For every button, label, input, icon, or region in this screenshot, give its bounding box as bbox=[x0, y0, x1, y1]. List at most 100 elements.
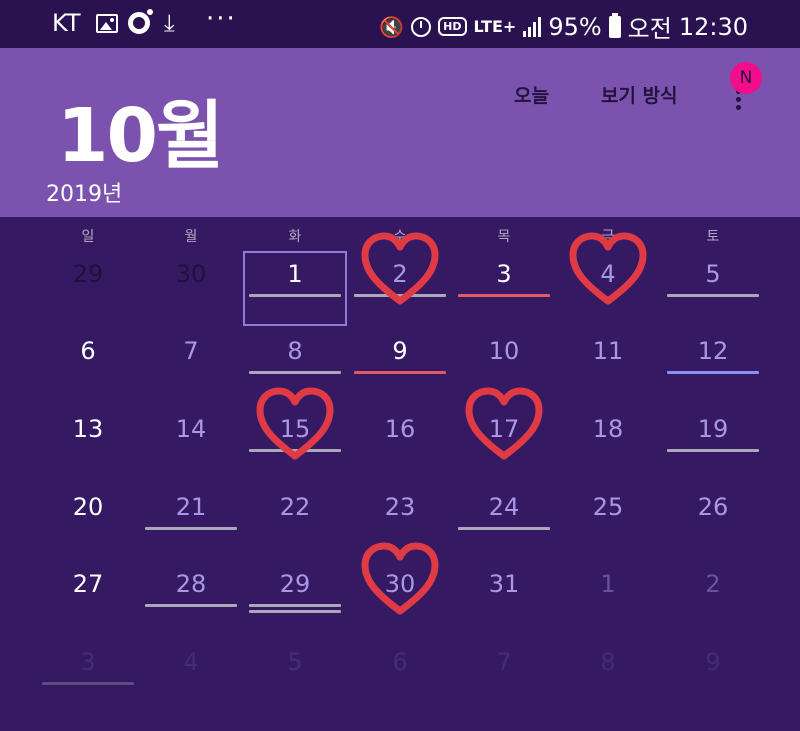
carrier-label: KT bbox=[52, 9, 81, 37]
mute-icon: 🔇 bbox=[379, 14, 405, 39]
calendar-day[interactable]: 6 bbox=[350, 632, 450, 692]
day-number: 31 bbox=[488, 570, 520, 598]
calendar-day[interactable]: 30 bbox=[141, 244, 241, 304]
battery-percent: 95% bbox=[548, 12, 602, 41]
day-number: 10 bbox=[488, 337, 520, 365]
calendar-day[interactable]: 8 bbox=[558, 632, 658, 692]
day-number: 25 bbox=[592, 493, 624, 521]
day-number: 16 bbox=[384, 415, 416, 443]
day-number: 22 bbox=[279, 493, 311, 521]
event-bar[interactable] bbox=[145, 604, 237, 607]
day-number: 4 bbox=[183, 648, 199, 676]
day-number: 13 bbox=[72, 415, 104, 443]
event-bar[interactable] bbox=[145, 527, 237, 530]
day-number: 6 bbox=[80, 337, 96, 365]
calendar-day[interactable]: 23 bbox=[350, 477, 450, 537]
weekday-header: 수 bbox=[393, 229, 407, 245]
month-title: 10월 bbox=[57, 93, 224, 179]
day-number: 4 bbox=[600, 260, 616, 288]
day-number: 11 bbox=[592, 337, 624, 365]
event-bar[interactable] bbox=[249, 371, 341, 374]
battery-icon bbox=[608, 12, 621, 38]
weekday-header: 목 bbox=[497, 229, 511, 245]
day-number: 29 bbox=[72, 260, 104, 288]
event-bar[interactable] bbox=[249, 449, 341, 452]
event-bar[interactable] bbox=[667, 294, 759, 297]
status-bar: KT ⤓ ··· 🔇 HD LTE+ 95% 오전 12:30 bbox=[0, 0, 800, 48]
event-bar[interactable] bbox=[249, 610, 341, 613]
day-number: 7 bbox=[183, 337, 199, 365]
calendar-day[interactable]: 14 bbox=[141, 399, 241, 459]
lte-icon: LTE+ bbox=[473, 17, 517, 36]
event-bar[interactable] bbox=[249, 604, 341, 607]
day-number: 14 bbox=[175, 415, 207, 443]
clock-time: 12:30 bbox=[678, 12, 748, 41]
calendar-day[interactable]: 16 bbox=[350, 399, 450, 459]
event-bar[interactable] bbox=[458, 527, 550, 530]
day-number: 5 bbox=[287, 648, 303, 676]
event-bar[interactable] bbox=[249, 294, 341, 297]
am-pm-label: 오전 bbox=[627, 15, 672, 43]
event-bar[interactable] bbox=[458, 294, 550, 297]
calendar-day[interactable]: 17 bbox=[454, 399, 554, 459]
day-number: 30 bbox=[384, 570, 416, 598]
calendar-day[interactable]: 26 bbox=[663, 477, 763, 537]
calendar-header: 10월 2019년 오늘 보기 방식 N bbox=[0, 48, 800, 217]
hd-voice-icon: HD bbox=[438, 17, 467, 36]
calendar-day[interactable]: 22 bbox=[245, 477, 345, 537]
weekday-header: 토 bbox=[706, 229, 720, 245]
calendar-day[interactable]: 25 bbox=[558, 477, 658, 537]
event-bar[interactable] bbox=[354, 371, 446, 374]
calendar-day[interactable]: 7 bbox=[141, 321, 241, 381]
day-number: 7 bbox=[496, 648, 512, 676]
year-title: 2019년 bbox=[46, 182, 123, 207]
calendar-day[interactable]: 27 bbox=[38, 554, 138, 614]
event-bar[interactable] bbox=[354, 294, 446, 297]
image-notification-icon bbox=[96, 14, 118, 33]
calendar-day[interactable]: 6 bbox=[38, 321, 138, 381]
more-notifications-icon: ··· bbox=[206, 4, 237, 34]
calendar-day[interactable]: 30 bbox=[350, 554, 450, 614]
day-number: 17 bbox=[488, 415, 520, 443]
weekday-header: 월 bbox=[184, 229, 198, 245]
day-number: 2 bbox=[705, 570, 721, 598]
day-number: 6 bbox=[392, 648, 408, 676]
calendar-day[interactable]: 5 bbox=[245, 632, 345, 692]
calendar-day[interactable]: 10 bbox=[454, 321, 554, 381]
calendar-day[interactable]: 18 bbox=[558, 399, 658, 459]
calendar-day[interactable]: 4 bbox=[141, 632, 241, 692]
signal-icon bbox=[523, 16, 542, 37]
calendar-day[interactable]: 20 bbox=[38, 477, 138, 537]
day-number: 1 bbox=[600, 570, 616, 598]
calendar-day[interactable]: 2 bbox=[663, 554, 763, 614]
day-number: 27 bbox=[72, 570, 104, 598]
today-button[interactable]: 오늘 bbox=[514, 81, 549, 108]
month-grid: 일 월 화 수 목 금 토 29 30 1 2 3 4 5 6 7 8 9 10 11 12 13 14 15 16 17 18 19… bbox=[0, 217, 800, 731]
download-icon: ⤓ bbox=[164, 9, 175, 37]
event-bar[interactable] bbox=[667, 449, 759, 452]
calendar-day[interactable]: 1 bbox=[558, 554, 658, 614]
day-number: 20 bbox=[72, 493, 104, 521]
day-number: 18 bbox=[592, 415, 624, 443]
view-mode-button[interactable]: 보기 방식 bbox=[601, 81, 678, 108]
day-number: 9 bbox=[705, 648, 721, 676]
event-bar[interactable] bbox=[42, 682, 134, 685]
day-number: 26 bbox=[697, 493, 729, 521]
day-number: 8 bbox=[600, 648, 616, 676]
calendar-day[interactable]: 7 bbox=[454, 632, 554, 692]
calendar-day[interactable]: 9 bbox=[663, 632, 763, 692]
status-icons: 🔇 HD LTE+ 95% 오전 12:30 bbox=[379, 9, 748, 44]
sync-notification-icon bbox=[128, 9, 153, 34]
calendar-day[interactable]: 13 bbox=[38, 399, 138, 459]
calendar-day[interactable]: 11 bbox=[558, 321, 658, 381]
calendar-day[interactable]: 29 bbox=[38, 244, 138, 304]
calendar-day[interactable]: 31 bbox=[454, 554, 554, 614]
new-badge: N bbox=[730, 62, 762, 94]
day-number: 30 bbox=[175, 260, 207, 288]
weekday-header: 화 bbox=[288, 229, 302, 245]
day-number: 23 bbox=[384, 493, 416, 521]
weekday-header: 일 bbox=[81, 229, 95, 245]
event-bar[interactable] bbox=[667, 371, 759, 374]
weekday-header: 금 bbox=[601, 229, 615, 245]
calendar-day[interactable]: 4 bbox=[558, 244, 658, 304]
